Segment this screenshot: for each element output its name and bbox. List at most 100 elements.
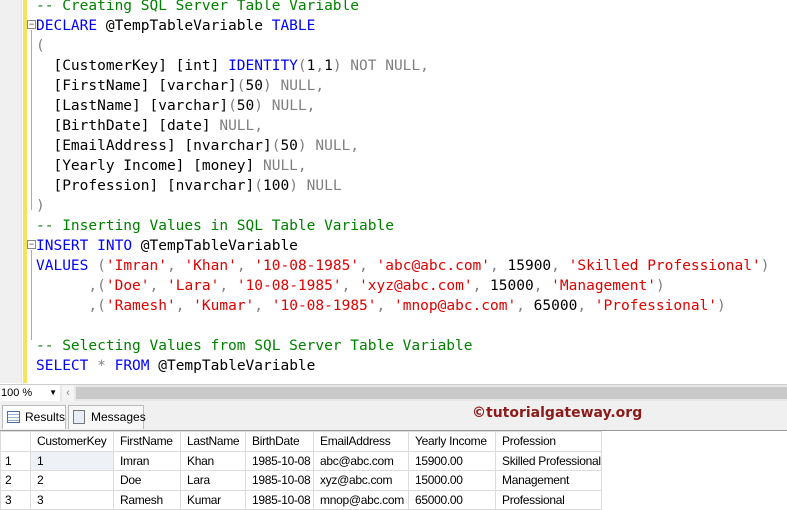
chevron-down-icon: ▼ bbox=[49, 388, 57, 397]
code-line: [EmailAddress] [nvarchar](50) NULL, bbox=[36, 136, 769, 156]
messages-icon bbox=[73, 410, 85, 424]
operator-token: , bbox=[533, 278, 552, 294]
code-line: [Profession] [nvarchar](100) NULL bbox=[36, 176, 769, 196]
collapse-icon[interactable]: − bbox=[27, 240, 36, 249]
identifier-token: @TempTableVariable bbox=[132, 238, 298, 254]
identifier-token: [Profession] [nvarchar] bbox=[36, 178, 255, 194]
tab-messages[interactable]: Messages bbox=[68, 405, 146, 429]
code-line: -- Inserting Values in SQL Table Variabl… bbox=[36, 216, 769, 236]
operator-token: ( bbox=[36, 38, 45, 54]
row-number[interactable]: 1 bbox=[0, 450, 31, 471]
operator-token: NULL, bbox=[263, 98, 316, 114]
operator-token: ) bbox=[289, 178, 298, 194]
table-row[interactable]: 2 2 Doe Lara 1985-10-08 xyz@abc.com 15000.00 Ma… bbox=[0, 470, 602, 491]
operator-token: NULL, bbox=[210, 118, 263, 134]
code-line: [CustomerKey] [int] IDENTITY(1,1) NOT NU… bbox=[36, 56, 769, 76]
identifier-token bbox=[88, 238, 97, 254]
operator-token: ) bbox=[297, 138, 307, 154]
operator-token: ) bbox=[263, 78, 272, 94]
table-cell[interactable]: Skilled Professional bbox=[495, 450, 602, 471]
code-line: [Yearly Income] [money] NULL, bbox=[36, 156, 769, 176]
column-header[interactable]: LastName bbox=[180, 431, 246, 452]
grid-icon bbox=[7, 411, 20, 423]
row-number-header bbox=[0, 431, 31, 452]
scroll-left-icon[interactable]: ‹ bbox=[62, 385, 74, 401]
table-cell[interactable]: Kumar bbox=[180, 489, 246, 510]
zoom-value: 100 % bbox=[1, 387, 33, 399]
operator-token: , bbox=[236, 258, 255, 274]
operator-token: ,( bbox=[88, 278, 106, 294]
table-cell[interactable]: Imran bbox=[113, 450, 181, 471]
table-cell[interactable]: xyz@abc.com bbox=[313, 470, 409, 491]
table-cell[interactable]: mnop@abc.com bbox=[313, 489, 409, 510]
tab-results[interactable]: Results bbox=[2, 405, 66, 429]
table-cell[interactable]: 1985-10-08 bbox=[245, 450, 314, 471]
identifier-token bbox=[36, 278, 88, 294]
column-header[interactable]: Profession bbox=[495, 431, 602, 452]
table-cell[interactable]: Lara bbox=[180, 470, 246, 491]
collapse-icon[interactable]: − bbox=[27, 20, 36, 29]
identifier-token: 50 bbox=[280, 138, 298, 154]
column-header[interactable]: FirstName bbox=[113, 431, 181, 452]
row-number[interactable]: 2 bbox=[0, 470, 31, 491]
results-grid[interactable]: CustomerKey FirstName LastName BirthDate… bbox=[0, 431, 602, 510]
operator-token: NULL, bbox=[254, 158, 307, 174]
code-line: [LastName] [varchar](50) NULL, bbox=[36, 96, 769, 116]
code-line: -- Creating SQL Server Table Variable bbox=[36, 0, 769, 16]
operator-token: ( bbox=[228, 98, 237, 114]
operator-token: NOT NULL, bbox=[341, 58, 429, 74]
column-header[interactable]: BirthDate bbox=[245, 431, 314, 452]
table-cell[interactable]: 1 bbox=[30, 450, 114, 471]
identifier-token: 1 bbox=[324, 58, 333, 74]
identifier-token: @TempTableVariable bbox=[97, 18, 272, 34]
identifier-token: [CustomerKey] [int] bbox=[36, 58, 229, 74]
identifier-token: 15900 bbox=[507, 258, 552, 274]
identifier-token: [BirthDate] [date] bbox=[36, 118, 211, 134]
table-cell[interactable]: 2 bbox=[30, 470, 114, 491]
zoom-select[interactable]: 100 % ▼ bbox=[0, 385, 60, 401]
string-literal-token: '10-08-1985' bbox=[236, 278, 342, 294]
table-cell[interactable]: 3 bbox=[30, 489, 114, 510]
row-number[interactable]: 3 bbox=[0, 489, 31, 510]
identifier-token: 100 bbox=[262, 178, 290, 194]
query-editor[interactable]: − − -- Creating SQL Server Table Variabl… bbox=[0, 0, 787, 383]
table-cell[interactable]: 65000.00 bbox=[408, 489, 496, 510]
string-literal-token: '10-08-1985' bbox=[271, 298, 377, 314]
code-line: VALUES ('Imran', 'Khan', '10-08-1985', '… bbox=[36, 256, 769, 276]
operator-token: , bbox=[254, 298, 272, 314]
column-header[interactable]: CustomerKey bbox=[30, 431, 114, 452]
identifier-token bbox=[88, 258, 97, 274]
table-cell[interactable]: Management bbox=[495, 470, 602, 491]
table-cell[interactable]: 15900.00 bbox=[408, 450, 496, 471]
comment-token: -- Creating SQL Server Table Variable bbox=[36, 0, 360, 14]
operator-token: ) bbox=[254, 98, 263, 114]
string-literal-token: 'Imran' bbox=[105, 258, 167, 274]
table-cell[interactable]: Ramesh bbox=[113, 489, 181, 510]
table-cell[interactable]: 1985-10-08 bbox=[245, 489, 314, 510]
column-header[interactable]: Yearly Income bbox=[408, 431, 496, 452]
watermark: ©tutorialgateway.org bbox=[472, 405, 643, 421]
table-row[interactable]: 1 1 Imran Khan 1985-10-08 abc@abc.com 15900.00… bbox=[0, 450, 602, 471]
keyword-token: DECLARE bbox=[36, 18, 98, 34]
code-line: [FirstName] [varchar](50) NULL, bbox=[36, 76, 769, 96]
fold-line bbox=[31, 250, 32, 340]
string-literal-token: 'Doe' bbox=[105, 278, 150, 294]
operator-token: * bbox=[97, 358, 106, 374]
table-cell[interactable]: abc@abc.com bbox=[313, 450, 409, 471]
table-row[interactable]: 3 3 Ramesh Kumar 1985-10-08 mnop@abc.com 65000… bbox=[0, 489, 602, 510]
table-cell[interactable]: Professional bbox=[495, 489, 602, 510]
table-cell[interactable]: Khan bbox=[180, 450, 246, 471]
identifier-token: 65000 bbox=[533, 298, 578, 314]
operator-token: , bbox=[341, 278, 360, 294]
identifier-token bbox=[36, 298, 88, 314]
keyword-token: SELECT bbox=[36, 358, 89, 374]
code-area[interactable]: -- Creating SQL Server Table Variable DEC… bbox=[36, 0, 769, 376]
table-cell[interactable]: 1985-10-08 bbox=[245, 470, 314, 491]
column-header[interactable]: EmailAddress bbox=[313, 431, 409, 452]
keyword-token: INSERT bbox=[36, 238, 89, 254]
table-cell[interactable]: Doe bbox=[113, 470, 181, 491]
operator-token: ( bbox=[97, 258, 106, 274]
horizontal-scrollbar[interactable] bbox=[76, 387, 787, 399]
code-line: DECLARE @TempTableVariable TABLE bbox=[36, 16, 769, 36]
table-cell[interactable]: 15000.00 bbox=[408, 470, 496, 491]
